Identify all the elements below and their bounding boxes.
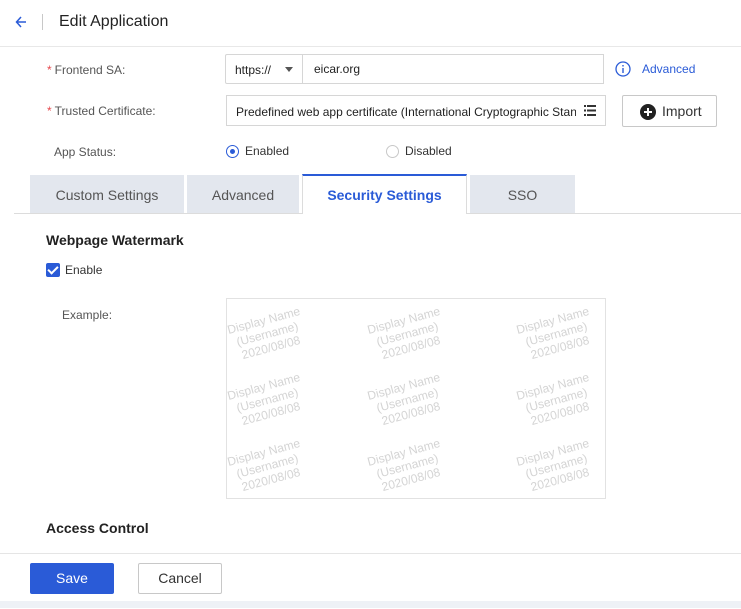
certificate-value: Predefined web app certificate (Internat… (236, 105, 576, 119)
tab-advanced[interactable]: Advanced (187, 175, 299, 213)
chevron-down-icon (285, 67, 293, 72)
enable-watermark-label[interactable]: Enable (65, 263, 102, 277)
page-title: Edit Application (59, 13, 169, 30)
advanced-link[interactable]: Advanced (642, 62, 695, 76)
enabled-radio[interactable] (226, 145, 239, 158)
trusted-certificate-label-text: Trusted Certificate: (54, 104, 156, 118)
cancel-button[interactable]: Cancel (138, 563, 222, 594)
watermark-sample: Display Name (Username) 2020/08/08 (366, 304, 449, 364)
app-status-label: App Status: (54, 145, 117, 159)
save-button[interactable]: Save (30, 563, 114, 594)
info-circle-icon (615, 61, 631, 77)
required-marker: * (47, 63, 52, 77)
enabled-radio-label[interactable]: Enabled (245, 144, 289, 158)
watermark-sample: Display Name (Username) 2020/08/08 (366, 370, 449, 430)
enable-watermark-checkbox[interactable] (46, 263, 60, 277)
protocol-select[interactable]: https:// (225, 54, 303, 84)
plus-circle-icon (640, 104, 656, 120)
arrow-left-icon[interactable] (14, 12, 30, 32)
import-button-label: Import (662, 103, 702, 119)
frontend-sa-label-text: Frontend SA: (54, 63, 126, 77)
frontend-sa-label: * Frontend SA: (47, 62, 125, 78)
header-divider (42, 14, 43, 30)
example-label: Example: (62, 308, 113, 322)
watermark-sample: Display Name (Username) 2020/08/08 (515, 304, 598, 364)
protocol-value: https:// (235, 63, 272, 77)
webpage-watermark-title: Webpage Watermark (46, 232, 184, 248)
watermark-sample: Display Name (Username) 2020/08/08 (227, 370, 309, 430)
trusted-certificate-label: * Trusted Certificate: (47, 103, 156, 119)
disabled-radio[interactable] (386, 145, 399, 158)
domain-input[interactable] (303, 54, 604, 84)
tab-custom-settings[interactable]: Custom Settings (30, 175, 184, 213)
import-button[interactable]: Import (622, 95, 717, 127)
disabled-radio-label[interactable]: Disabled (405, 144, 452, 158)
watermark-preview: Display Name (Username) 2020/08/08 Display… (226, 298, 606, 499)
watermark-sample: Display Name (Username) 2020/08/08 (515, 370, 598, 430)
watermark-sample: Display Name (Username) 2020/08/08 (227, 436, 309, 496)
footer-strip (0, 601, 741, 608)
required-marker: * (47, 104, 52, 118)
tab-security-settings[interactable]: Security Settings (302, 174, 467, 214)
certificate-select[interactable]: Predefined web app certificate (Internat… (226, 95, 606, 126)
tab-sso[interactable]: SSO (470, 175, 575, 213)
watermark-sample: Display Name (Username) 2020/08/08 (227, 304, 309, 364)
list-icon[interactable] (584, 105, 596, 116)
access-control-title: Access Control (46, 520, 149, 536)
watermark-sample: Display Name (Username) 2020/08/08 (515, 436, 598, 496)
watermark-sample: Display Name (Username) 2020/08/08 (366, 436, 449, 496)
